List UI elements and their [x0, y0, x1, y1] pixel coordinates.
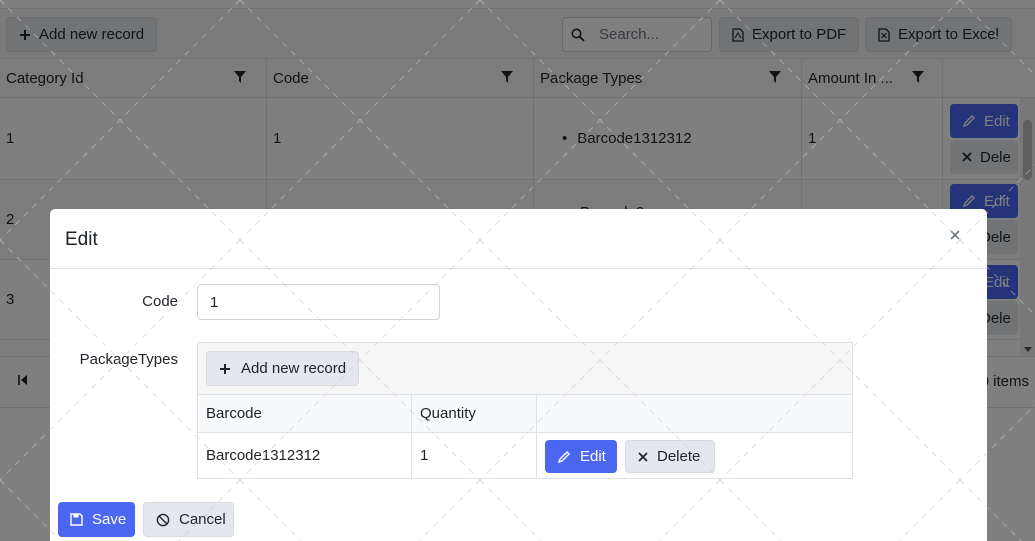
save-button[interactable]: Save [58, 502, 135, 537]
code-field[interactable]: 1 [197, 284, 440, 320]
add-package-type-button[interactable]: Add new record [206, 351, 360, 386]
package-edit-button[interactable]: Edit [545, 440, 617, 473]
plus-icon [219, 363, 231, 375]
close-icon[interactable] [949, 229, 961, 241]
column-header-label: Quantity [420, 405, 476, 422]
package-types-toolbar: Add new record [198, 343, 852, 395]
edit-dialog: Edit Code 1 PackageTypes Add new record … [50, 209, 987, 541]
pencil-icon [557, 450, 571, 464]
add-package-type-label: Add new record [241, 360, 347, 377]
save-label: Save [92, 511, 127, 528]
dialog-header: Edit [50, 209, 987, 269]
table-row: Barcode1312312 1 Edit Delete [198, 433, 852, 478]
floppy-disk-icon [70, 513, 83, 526]
quantity-cell: 1 [412, 433, 537, 478]
package-delete-label: Delete [657, 448, 701, 465]
package-types-grid: Add new record Barcode Quantity Barcode1… [197, 342, 853, 479]
column-header-barcode[interactable]: Barcode [198, 395, 412, 432]
package-edit-label: Edit [580, 448, 606, 465]
column-header-label: Barcode [206, 405, 262, 422]
dialog-title: Edit [65, 229, 98, 250]
barcode-cell: Barcode1312312 [198, 433, 412, 478]
cancel-label: Cancel [179, 511, 226, 528]
column-header-quantity[interactable]: Quantity [412, 395, 537, 432]
cancel-button[interactable]: Cancel [143, 502, 234, 537]
code-label: Code [142, 293, 178, 310]
close-icon [638, 451, 648, 462]
code-field-value: 1 [210, 293, 219, 311]
package-types-label: PackageTypes [79, 351, 178, 368]
package-delete-button[interactable]: Delete [625, 440, 715, 473]
cancel-circle-icon [156, 513, 170, 527]
package-types-header: Barcode Quantity [198, 395, 852, 433]
